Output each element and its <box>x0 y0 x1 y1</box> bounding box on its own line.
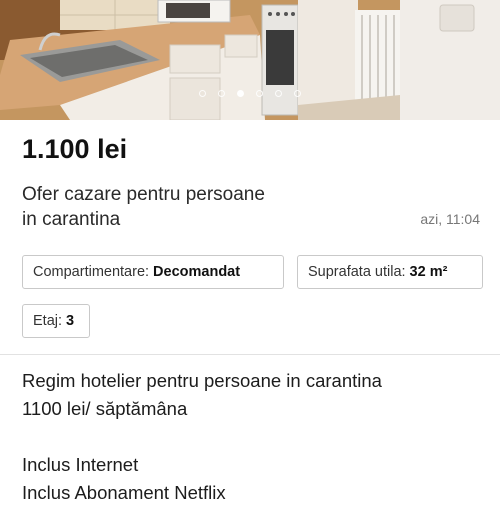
listing-title: Ofer cazare pentru persoane in carantina <box>22 182 382 232</box>
attribute-tag-compartimentare: Compartimentare: Decomandat <box>22 255 284 289</box>
attribute-tag-etaj: Etaj: 3 <box>22 304 90 338</box>
listing-title-line: Ofer cazare pentru persoane <box>22 184 265 205</box>
attribute-value: 3 <box>66 313 75 329</box>
gallery-dot[interactable] <box>199 90 206 97</box>
attribute-label: Suprafata utila: <box>308 264 406 280</box>
photo-gallery[interactable] <box>0 0 500 120</box>
attribute-value: Decomandat <box>153 264 241 280</box>
gallery-dot[interactable] <box>218 90 225 97</box>
gallery-pagination[interactable] <box>0 90 500 97</box>
gallery-dot-active[interactable] <box>237 90 244 97</box>
gallery-dot[interactable] <box>275 90 282 97</box>
section-divider <box>0 354 500 355</box>
listing-description: Regim hotelier pentru persoane in carant… <box>22 367 482 507</box>
gallery-dot[interactable] <box>294 90 301 97</box>
attribute-value: 32 m² <box>409 264 448 280</box>
description-line: Inclus Internet <box>22 454 139 475</box>
attribute-label: Compartimentare: <box>33 264 150 280</box>
listing-title-line: in carantina <box>22 209 121 230</box>
description-line: Inclus Abonament Netflix <box>22 482 226 503</box>
gallery-dot[interactable] <box>256 90 263 97</box>
kitchen-photo <box>0 0 500 120</box>
description-line: 1100 lei/ săptămâna <box>22 398 188 419</box>
description-line: Regim hotelier pentru persoane in carant… <box>22 370 382 391</box>
description-line <box>22 423 482 451</box>
attribute-label: Etaj: <box>33 313 63 329</box>
posted-time: azi, 11:04 <box>420 211 480 227</box>
listing-price: 1.100 lei <box>22 134 128 164</box>
attribute-tag-suprafata: Suprafata utila: 32 m² <box>297 255 483 289</box>
